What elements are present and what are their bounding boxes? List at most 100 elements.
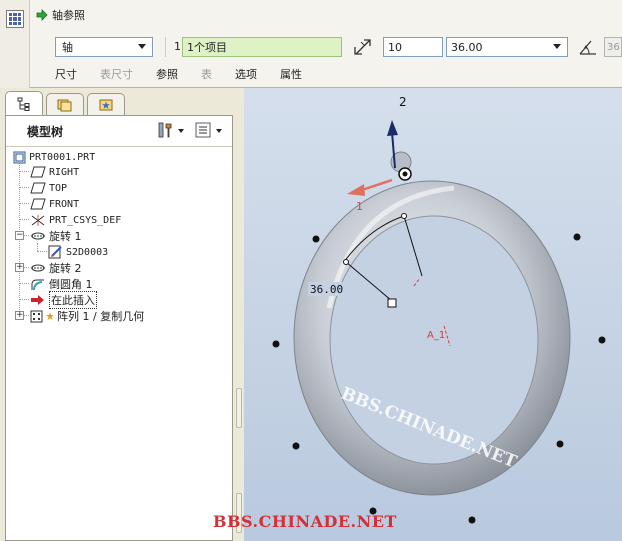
tab-model-tree[interactable]: [5, 91, 43, 115]
tree-item-label: 在此插入: [49, 291, 97, 309]
dashboard-feature-panel: [0, 0, 30, 88]
pattern-member-point[interactable]: [312, 235, 320, 243]
tree-item-pattern-1[interactable]: 阵列 1 / 复制几何: [30, 308, 144, 324]
pattern-member-point[interactable]: [272, 340, 280, 348]
tab-table-dimensions: 表尺寸: [100, 68, 133, 81]
sketch-icon: [48, 245, 62, 259]
direction-arrowhead[interactable]: [347, 184, 365, 196]
model-tree-header: 模型树: [6, 116, 232, 146]
axis-2-arrowhead: [387, 120, 398, 136]
bottom-watermark: BBS.CHINADE.NET: [213, 512, 397, 531]
tree-item-label: PRT0001.PRT: [29, 151, 96, 163]
tree-item-insert-here[interactable]: 在此插入: [30, 291, 97, 309]
star-marker-icon: [46, 312, 54, 320]
pattern-member-point[interactable]: [573, 233, 581, 241]
tab-references[interactable]: 参照: [156, 66, 178, 82]
reference-collector[interactable]: 1个项目: [182, 37, 342, 57]
datum-plane-icon: [30, 166, 46, 178]
axis-2-label: 2: [399, 95, 407, 109]
chevron-down-icon[interactable]: [178, 129, 184, 133]
chevron-down-icon[interactable]: [216, 129, 222, 133]
navigator-pane: 模型树 PRT0001.PRT RIGHT TOP FRONT PRT_CSYS…: [0, 88, 244, 541]
tab-dimensions[interactable]: 尺寸: [55, 66, 77, 82]
reference-type-value: 轴: [62, 41, 73, 54]
pattern-count-value: 10: [388, 40, 402, 54]
pattern-member-point[interactable]: [468, 516, 476, 524]
dashboard-tabs: 尺寸 表尺寸 参照 表 选项 属性: [55, 66, 325, 82]
model-tree-panel: 模型树 PRT0001.PRT RIGHT TOP FRONT PRT_CSYS…: [5, 115, 233, 541]
pattern-member-point[interactable]: [598, 336, 606, 344]
tab-folder-browser[interactable]: [46, 93, 84, 115]
show-list-icon[interactable]: [194, 121, 212, 139]
datum-plane-icon: [30, 198, 46, 210]
total-angle-value: 36: [607, 41, 620, 53]
model-tree-title: 模型树: [27, 125, 64, 139]
model-tree-list: PRT0001.PRT RIGHT TOP FRONT PRT_CSYS_DEF…: [6, 146, 232, 540]
tree-item-right[interactable]: RIGHT: [30, 164, 79, 180]
tree-item-front[interactable]: FRONT: [30, 196, 79, 212]
angle-increment-select[interactable]: 36.00: [446, 37, 568, 57]
favorites-icon: [99, 99, 113, 110]
green-arrow-icon: [36, 9, 48, 21]
dashboard-title-row: 轴参照: [36, 7, 85, 23]
folder-icon: [57, 99, 72, 111]
axis-a1-tag[interactable]: A_1: [427, 330, 445, 341]
reference-count: 1: [174, 40, 181, 53]
revolve-icon: [31, 232, 45, 240]
tree-item-csys[interactable]: PRT_CSYS_DEF: [30, 212, 121, 228]
tree-item-label: TOP: [49, 182, 68, 194]
tree-item-round-1[interactable]: 倒圆角 1: [30, 276, 93, 292]
tab-options[interactable]: 选项: [235, 66, 257, 82]
tree-item-label: PRT_CSYS_DEF: [49, 214, 122, 226]
tree-collapse-toggle[interactable]: −: [15, 231, 24, 240]
pattern-icon: [30, 310, 43, 322]
reference-type-select[interactable]: 轴: [55, 37, 153, 57]
navigator-tabs: [5, 91, 128, 115]
tree-item-root[interactable]: PRT0001.PRT: [13, 149, 95, 165]
tree-item-label: 旋转 1: [49, 230, 82, 243]
tab-properties[interactable]: 属性: [280, 66, 302, 82]
splitter-grip[interactable]: [236, 388, 242, 428]
pattern-member-point[interactable]: [556, 440, 564, 448]
model-tree-icon: [17, 97, 30, 111]
toolbar-divider: [165, 37, 166, 57]
csys-icon: [31, 214, 45, 226]
round-icon: [31, 279, 44, 290]
angle-dimension[interactable]: 36.00: [310, 283, 343, 296]
navigator-splitter[interactable]: [234, 88, 244, 541]
datum-plane-icon: [30, 182, 46, 194]
tree-item-revolve-1[interactable]: 旋转 1: [30, 228, 82, 244]
direction-label: 1: [356, 200, 363, 213]
angle-drag-handle[interactable]: [387, 298, 397, 308]
chevron-down-icon: [553, 44, 561, 49]
flip-direction-icon[interactable]: [352, 37, 374, 57]
pattern-feature-icon: [6, 10, 24, 28]
tree-item-sketch[interactable]: S2D0003: [48, 244, 108, 260]
tree-expand-toggle[interactable]: +: [15, 263, 24, 272]
reference-collector-value: 1个项目: [187, 41, 227, 54]
settings-tools-icon[interactable]: [156, 121, 174, 139]
dashboard-title: 轴参照: [52, 9, 85, 22]
tab-favorites[interactable]: [87, 93, 125, 115]
tree-item-label: RIGHT: [49, 166, 80, 178]
part-icon: [13, 151, 26, 163]
angle-increment-value: 36.00: [451, 40, 483, 54]
pattern-count-input[interactable]: 10: [383, 37, 443, 57]
angle-range-icon[interactable]: [577, 37, 599, 57]
tree-item-label: 旋转 2: [49, 262, 82, 275]
tab-table: 表: [201, 68, 212, 81]
tree-item-label: 倒圆角 1: [49, 278, 93, 291]
tree-item-label: S2D0003: [66, 246, 109, 258]
graphics-window[interactable]: 2 1 36.00 A_1 BBS.CHINADE.NET: [244, 88, 622, 541]
total-angle-field[interactable]: 36: [604, 37, 622, 57]
chevron-down-icon: [138, 44, 146, 49]
tree-item-revolve-2[interactable]: 旋转 2: [30, 260, 82, 276]
tree-item-top[interactable]: TOP: [30, 180, 67, 196]
tree-item-label: 阵列 1 / 复制几何: [57, 310, 145, 323]
insert-here-icon: [31, 295, 44, 305]
pattern-member-point[interactable]: [292, 442, 300, 450]
revolve-icon: [31, 264, 45, 272]
revolve-pattern-dashboard: 轴参照 轴 1 1个项目 10 36.00 36 尺寸 表尺寸 参照 表 选项 …: [0, 0, 622, 88]
tree-expand-toggle[interactable]: +: [15, 311, 24, 320]
tree-item-label: FRONT: [49, 198, 80, 210]
